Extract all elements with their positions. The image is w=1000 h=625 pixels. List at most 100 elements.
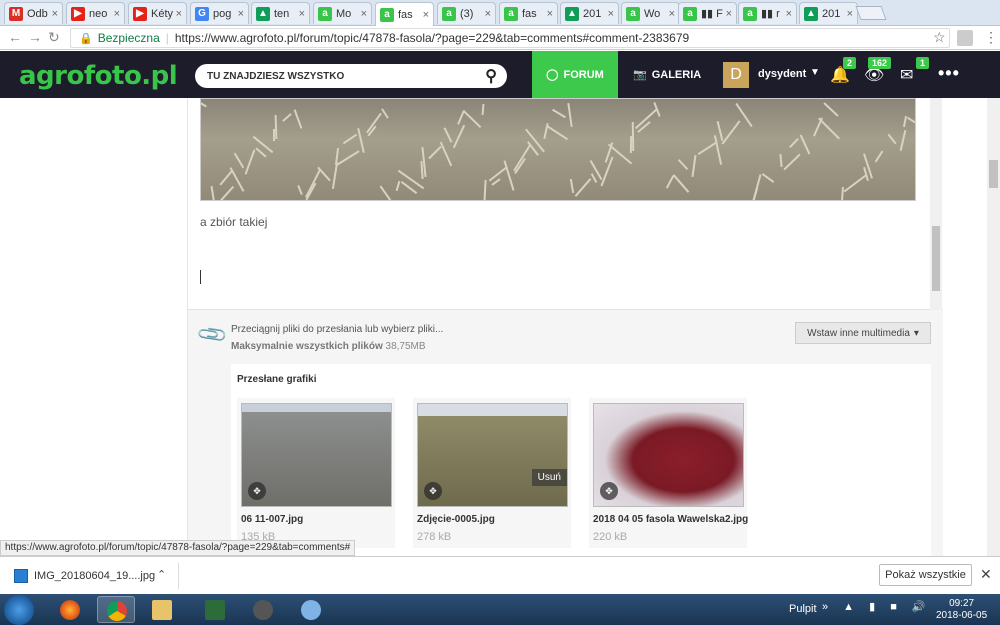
photo-stalk [552, 108, 566, 119]
avatar[interactable]: D [723, 62, 749, 88]
search-input[interactable]: TU ZNAJDZIESZ WSZYSTKO ⚲ [195, 64, 507, 88]
max-size-info: Maksymalnie wszystkich plików 38,75MB [231, 341, 426, 352]
explorer-app[interactable] [143, 596, 181, 623]
forum-button[interactable]: ◯ FORUM [532, 51, 618, 98]
upload-area[interactable]: 📎 Przeciągnij pliki do przesłania lub wy… [188, 310, 943, 556]
editor-scroll-thumb[interactable] [932, 226, 940, 291]
tab-close-icon[interactable]: × [299, 8, 305, 20]
browser-tab[interactable]: a Mo × [313, 2, 372, 24]
thumbnail-beans[interactable]: ✥ [593, 403, 744, 507]
clock[interactable]: 09:27 2018-06-05 [936, 598, 987, 622]
browser-tab[interactable]: ▶ neo × [66, 2, 125, 24]
desktop-label[interactable]: Pulpit [789, 603, 817, 615]
forward-icon[interactable]: → [28, 29, 42, 45]
photo-stalk [843, 174, 867, 193]
insert-media-button[interactable]: Wstaw inne multimedia ▾ [795, 322, 931, 344]
new-tab-button[interactable] [855, 6, 887, 20]
max-size-value: 38,75MB [385, 341, 426, 352]
thumbnail-harvested-field[interactable]: Usuń ✥ [417, 403, 568, 507]
photo-stalk [481, 103, 485, 116]
tab-close-icon[interactable]: × [361, 8, 367, 20]
move-icon[interactable]: ✥ [600, 482, 618, 500]
paint-app[interactable] [292, 596, 330, 623]
tab-close-icon[interactable]: × [485, 8, 491, 20]
tab-close-icon[interactable]: × [52, 8, 58, 20]
browser-tab[interactable]: a ▮▮ r × [738, 2, 797, 24]
divider [178, 563, 179, 589]
terminal-app[interactable] [196, 596, 234, 623]
tab-close-icon[interactable]: × [608, 8, 614, 20]
photo-stalk [336, 150, 360, 166]
tab-close-icon[interactable]: × [669, 8, 675, 20]
tab-favicon-icon: ▲ [804, 6, 818, 21]
browser-tab[interactable]: a fas × [375, 2, 434, 26]
delete-button[interactable]: Usuń [531, 469, 567, 486]
photo-stalk [545, 124, 569, 141]
browser-tab[interactable]: ▲ ten × [251, 2, 310, 24]
download-item[interactable]: IMG_20180604_19....jpg [14, 569, 155, 583]
search-icon[interactable]: ⚲ [485, 66, 497, 86]
photo-stalk [439, 141, 453, 167]
browser-tab[interactable]: M Odb × [4, 2, 63, 24]
galeria-button[interactable]: 📷 GALERIA [633, 51, 701, 98]
system-tray[interactable]: » ▲ ▮ ■ 🔊 [822, 600, 932, 613]
move-icon[interactable]: ✥ [248, 482, 266, 500]
tab-close-icon[interactable]: × [238, 8, 244, 20]
browser-tab[interactable]: ▲ 201 × [799, 2, 858, 24]
photo-stalk [840, 186, 844, 200]
tab-close-icon[interactable]: × [547, 8, 553, 20]
tab-close-icon[interactable]: × [423, 9, 429, 21]
galeria-label: GALERIA [651, 68, 702, 81]
photo-stalk [379, 185, 395, 200]
photo-stalk [503, 160, 515, 191]
browser-tab[interactable]: ▶ Kéty × [128, 2, 187, 24]
photo-stalk [721, 120, 741, 145]
back-icon[interactable]: ← [8, 29, 22, 45]
move-icon[interactable]: ✥ [424, 482, 442, 500]
tab-favicon-icon: ▶ [71, 6, 85, 21]
chrome-app[interactable] [97, 596, 135, 623]
tab-close-icon[interactable]: × [847, 8, 853, 20]
drop-hint[interactable]: Przeciągnij pliki do przesłania lub wybi… [231, 324, 443, 335]
username[interactable]: dysydent [758, 68, 806, 80]
thumbnail-field-rows[interactable]: ✥ [241, 403, 392, 507]
post-editor[interactable]: a zbiór takiej [188, 98, 943, 310]
photo-stalk [789, 137, 799, 149]
page-scroll-thumb[interactable] [989, 160, 998, 188]
start-button[interactable] [4, 595, 34, 625]
firefox-app[interactable] [51, 596, 89, 623]
browser-tab[interactable]: a (3) × [437, 2, 496, 24]
tab-close-icon[interactable]: × [726, 8, 732, 20]
reload-icon[interactable]: ↻ [48, 29, 60, 46]
editor-text: a zbiór takiej [200, 215, 268, 229]
browser-tab[interactable]: a Wo × [621, 2, 680, 24]
browser-tab[interactable]: a ▮▮ F × [678, 2, 737, 24]
site-logo[interactable]: agrofoto.pl [19, 61, 178, 91]
uploaded-image-card[interactable]: ✥ 2018 04 05 fasola Wawelska2.jpg 220 kB [589, 398, 748, 548]
envelope-icon[interactable]: ✉ [900, 65, 913, 85]
editor-scrollbar[interactable] [930, 98, 942, 310]
uploaded-image-card[interactable]: Usuń ✥ Zdjęcie-0005.jpg 278 kB [413, 398, 571, 548]
firefox-icon [60, 600, 80, 620]
page-scrollbar[interactable] [987, 98, 1000, 556]
chevron-up-icon[interactable]: ⌃ [157, 568, 166, 581]
photo-stalk [483, 179, 487, 200]
tab-close-icon[interactable]: × [786, 8, 792, 20]
close-icon[interactable]: ✕ [980, 566, 992, 583]
browser-tab[interactable]: ▲ 201 × [560, 2, 619, 24]
browser-tab[interactable]: a fas × [499, 2, 558, 24]
browser-tab[interactable]: Gpog × [190, 2, 249, 24]
photo-stalk [799, 134, 811, 155]
bookmark-star-icon[interactable]: ☆ [933, 29, 946, 46]
uploaded-image-card[interactable]: ✥ 06 11-007.jpg 135 kB [237, 398, 395, 548]
show-all-button[interactable]: Pokaż wszystkie [879, 564, 972, 586]
tab-close-icon[interactable]: × [114, 8, 120, 20]
more-icon[interactable]: ••• [938, 63, 960, 84]
browser-menu-icon[interactable]: ⋮ [984, 29, 998, 46]
tab-close-icon[interactable]: × [176, 8, 182, 20]
chevron-down-icon[interactable]: ▼ [810, 67, 820, 78]
address-bar[interactable]: 🔒 Bezpieczna | https://www.agrofoto.pl/f… [70, 28, 950, 48]
alien-app[interactable] [244, 596, 282, 623]
extension-icon[interactable] [957, 30, 973, 46]
photo-stalk [779, 153, 783, 168]
